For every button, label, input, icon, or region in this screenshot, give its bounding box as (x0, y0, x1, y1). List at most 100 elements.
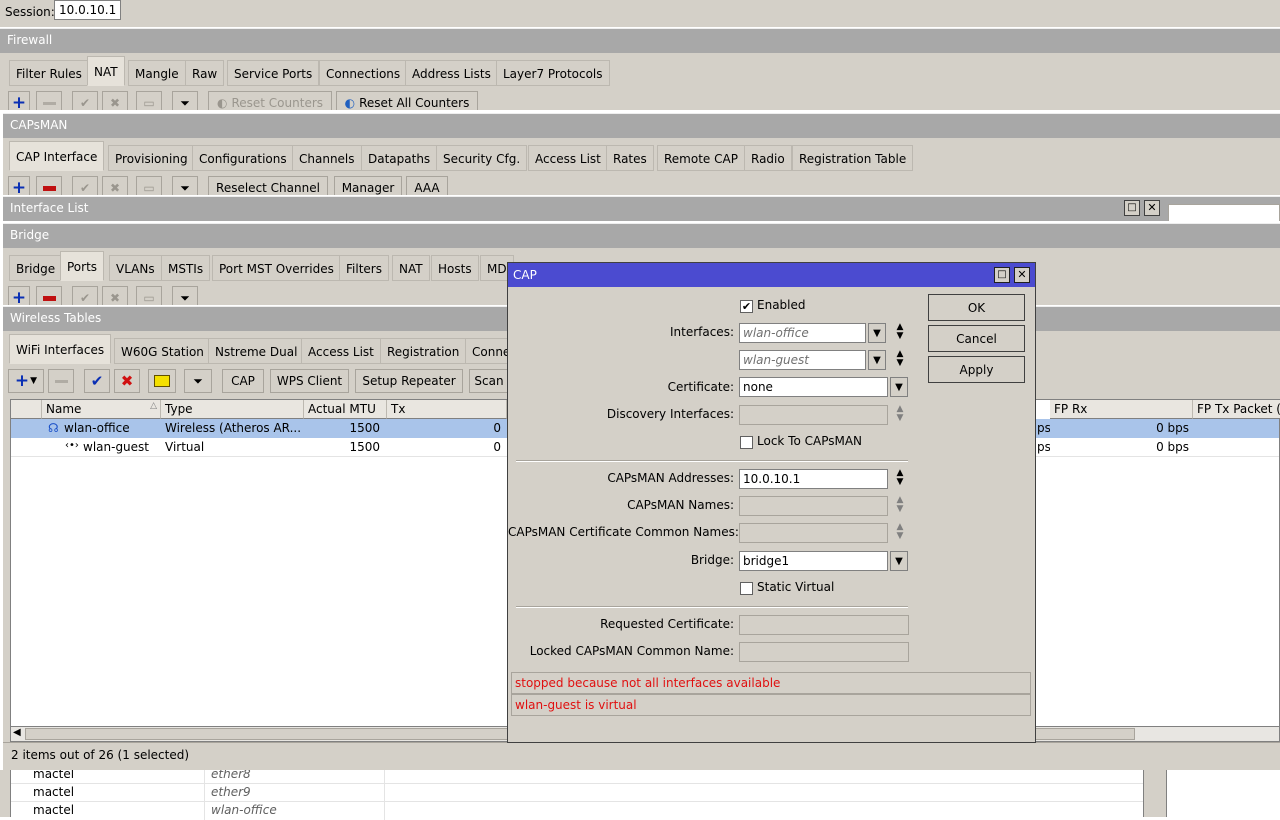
tab-service-ports[interactable]: Service Ports (227, 60, 320, 86)
tab-provisioning[interactable]: Provisioning (108, 145, 195, 171)
reset-all-counters-button[interactable]: ◐ Reset All Counters (336, 91, 478, 110)
table-row[interactable]: mactel ether9 (11, 783, 1143, 802)
apply-button[interactable]: Apply (928, 356, 1025, 383)
tab-nat[interactable]: NAT (392, 255, 430, 281)
interface-field-1[interactable]: wlan-office (739, 323, 866, 343)
add-dropdown-button[interactable]: + ▼ (8, 369, 44, 393)
column-header-tx[interactable]: Tx (387, 400, 507, 419)
tab-vlans[interactable]: VLANs (109, 255, 162, 281)
enable-button[interactable]: ✔ (72, 286, 98, 305)
capsman-addresses-field[interactable]: 10.0.10.1 (739, 469, 888, 489)
remove-button[interactable] (36, 91, 62, 110)
tab-mangle[interactable]: Mangle (128, 60, 186, 86)
tab-registration[interactable]: Registration (380, 338, 467, 364)
filter-button[interactable]: ⏷ (172, 286, 198, 305)
maximize-icon[interactable]: □ (994, 267, 1010, 283)
maximize-icon[interactable]: □ (1124, 200, 1140, 216)
comment-button[interactable]: ▭ (136, 91, 162, 110)
enable-button[interactable]: ✔ (72, 91, 98, 110)
close-icon[interactable]: ✕ (1014, 267, 1030, 283)
add-button[interactable]: + (8, 91, 30, 110)
certificate-dropdown[interactable]: ▼ (890, 377, 908, 397)
tab-nstreme-dual[interactable]: Nstreme Dual (208, 338, 305, 364)
tab-radio[interactable]: Radio (744, 145, 792, 171)
tab-filters[interactable]: Filters (339, 255, 389, 281)
cancel-button[interactable]: Cancel (928, 325, 1025, 352)
enabled-checkbox[interactable]: ✔ (740, 300, 753, 313)
column-header-type[interactable]: Type (161, 400, 304, 419)
tab-connections[interactable]: Connections (319, 60, 408, 86)
capsman-names-add-remove[interactable]: ▲ ▼ (893, 496, 907, 516)
comment-button[interactable]: ▭ (136, 176, 162, 195)
tab-rates[interactable]: Rates (606, 145, 654, 171)
remove-button[interactable] (36, 176, 62, 195)
certificate-field[interactable]: none (739, 377, 888, 397)
interface-add-remove-2[interactable]: ▲ ▼ (893, 350, 907, 370)
static-virtual-checkbox[interactable] (740, 582, 753, 595)
vertical-scrollbar[interactable] (1143, 770, 1167, 817)
remove-button[interactable] (36, 286, 62, 305)
capsman-addresses-add-remove[interactable]: ▲ ▼ (893, 469, 907, 489)
scroll-left-icon[interactable]: ◀ (13, 727, 21, 738)
column-header-fp-tx-packet[interactable]: FP Tx Packet (p (1193, 400, 1280, 419)
enable-button[interactable]: ✔ (84, 369, 110, 393)
enable-button[interactable]: ✔ (72, 176, 98, 195)
table-row[interactable]: mactel wlan-office (11, 801, 1143, 820)
interface-add-remove-1[interactable]: ▲ ▼ (893, 323, 907, 343)
tab-ports[interactable]: Ports (60, 251, 105, 281)
tab-nat[interactable]: NAT (87, 56, 125, 86)
interface-field-2[interactable]: wlan-guest (739, 350, 866, 370)
tab-cap-interface[interactable]: CAP Interface (9, 141, 105, 171)
add-button[interactable]: + (8, 176, 30, 195)
reselect-channel-button[interactable]: Reselect Channel (208, 176, 328, 195)
lock-to-capsman-checkbox[interactable] (740, 436, 753, 449)
tab-wifi-interfaces[interactable]: WiFi Interfaces (9, 334, 112, 364)
capsman-names-field[interactable] (739, 496, 888, 516)
tab-channels[interactable]: Channels (292, 145, 362, 171)
reset-counters-button[interactable]: ◐ Reset Counters (208, 91, 332, 110)
tab-address-lists[interactable]: Address Lists (405, 60, 498, 86)
filter-button[interactable]: ⏷ (172, 91, 198, 110)
disable-button[interactable]: ✖ (114, 369, 140, 393)
filter-button[interactable]: ⏷ (184, 369, 212, 393)
tab-mstis[interactable]: MSTIs (161, 255, 211, 281)
wps-client-button[interactable]: WPS Client (270, 369, 349, 393)
bridge-field[interactable]: bridge1 (739, 551, 888, 571)
close-icon[interactable]: ✕ (1144, 200, 1160, 216)
ok-button[interactable]: OK (928, 294, 1025, 321)
tab-layer7-protocols[interactable]: Layer7 Protocols (496, 60, 610, 86)
filter-button[interactable]: ⏷ (172, 176, 198, 195)
capsman-cert-names-add-remove[interactable]: ▲ ▼ (893, 523, 907, 543)
tab-filter-rules[interactable]: Filter Rules (9, 60, 89, 86)
discovery-add-remove[interactable]: ▲ ▼ (893, 405, 907, 425)
tab-security-cfg[interactable]: Security Cfg. (436, 145, 528, 171)
tab-configurations[interactable]: Configurations (192, 145, 294, 171)
add-button[interactable]: + (8, 286, 30, 305)
aaa-button[interactable]: AAA (406, 176, 448, 195)
disable-button[interactable]: ✖ (102, 176, 128, 195)
session-value[interactable]: 10.0.10.1 (54, 0, 122, 20)
tab-bridge[interactable]: Bridge (9, 255, 63, 281)
tab-hosts[interactable]: Hosts (431, 255, 479, 281)
comment-button[interactable] (148, 369, 176, 393)
tab-raw[interactable]: Raw (185, 60, 225, 86)
disable-button[interactable]: ✖ (102, 91, 128, 110)
discovery-interfaces-field[interactable] (739, 405, 888, 425)
manager-button[interactable]: Manager (334, 176, 402, 195)
tab-datapaths[interactable]: Datapaths (361, 145, 438, 171)
tab-access-list[interactable]: Access List (528, 145, 608, 171)
tab-access-list[interactable]: Access List (301, 338, 381, 364)
column-header-actual-mtu[interactable]: Actual MTU (304, 400, 387, 419)
disable-button[interactable]: ✖ (102, 286, 128, 305)
tab-registration-table[interactable]: Registration Table (792, 145, 914, 171)
column-header-fp-rx[interactable]: FP Rx (1050, 400, 1193, 419)
capsman-cert-names-field[interactable] (739, 523, 888, 543)
interface-dropdown-1[interactable]: ▼ (868, 323, 886, 343)
comment-button[interactable]: ▭ (136, 286, 162, 305)
scan-button[interactable]: Scan (469, 369, 509, 393)
tab-port-mst-overrides[interactable]: Port MST Overrides (212, 255, 341, 281)
setup-repeater-button[interactable]: Setup Repeater (355, 369, 463, 393)
interface-dropdown-2[interactable]: ▼ (868, 350, 886, 370)
bridge-dropdown[interactable]: ▼ (890, 551, 908, 571)
tab-w60g-station[interactable]: W60G Station (114, 338, 211, 364)
